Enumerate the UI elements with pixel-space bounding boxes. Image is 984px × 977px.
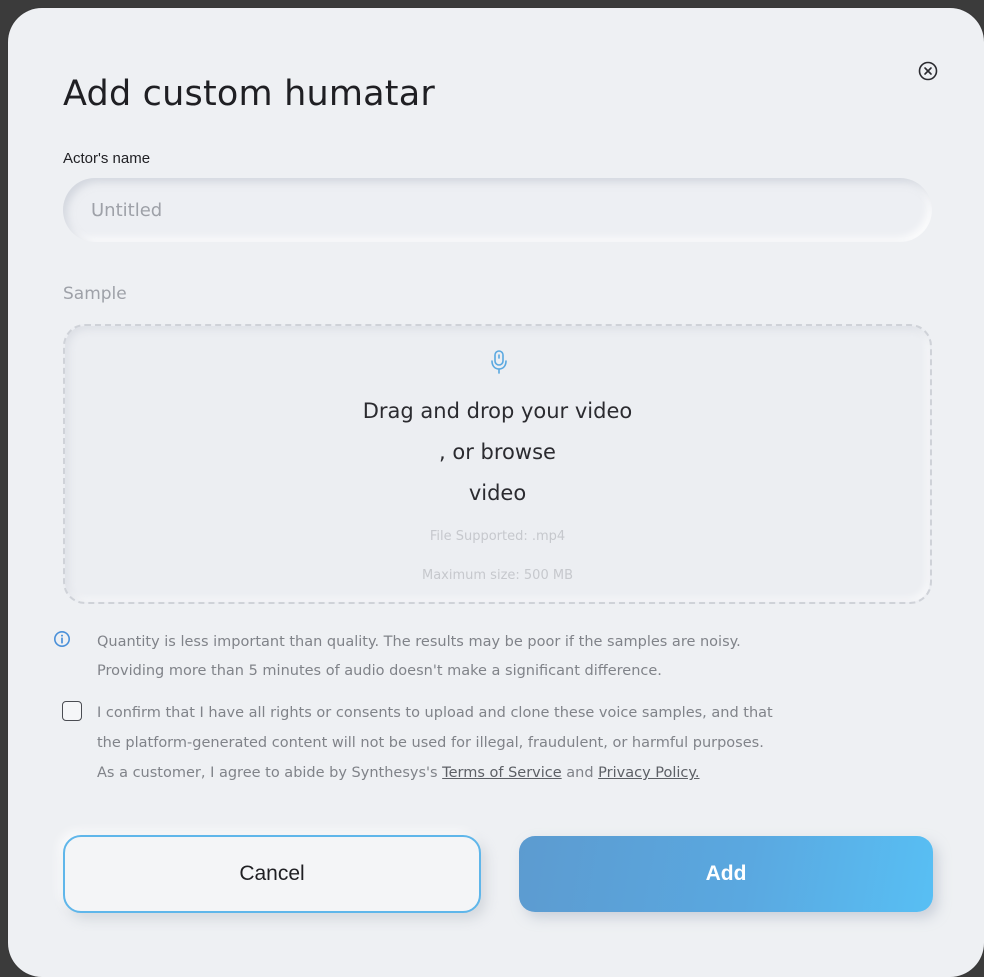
sample-label: Sample — [63, 284, 127, 304]
info-line-1: Quantity is less important than quality.… — [97, 634, 741, 650]
file-supported-text: File Supported: .mp4 — [429, 529, 566, 544]
info-circle-icon — [54, 631, 70, 647]
consent-line-3-prefix: As a customer, I agree to abide by Synth… — [97, 765, 443, 781]
close-circle-icon — [918, 61, 938, 81]
consent-line-2: the platform-generated content will not … — [97, 735, 764, 751]
privacy-policy-link[interactable]: Privacy Policy. — [598, 765, 699, 781]
consent-line-3: As a customer, I agree to abide by Synth… — [97, 758, 937, 788]
modal-title: Add custom humatar — [63, 74, 435, 114]
actor-name-input[interactable] — [63, 178, 932, 242]
consent-line-1: I confirm that I have all rights or cons… — [97, 705, 773, 721]
add-humatar-modal: Add custom humatar Actor's name Sample D… — [8, 8, 984, 977]
info-text: Quantity is less important than quality.… — [97, 628, 937, 686]
info-line-2: Providing more than 5 minutes of audio d… — [97, 663, 662, 679]
dropzone-drag-text: Drag and drop your video — [362, 399, 633, 423]
max-size-text: Maximum size: 500 MB — [422, 568, 573, 583]
consent-checkbox[interactable] — [62, 701, 82, 721]
terms-of-service-link[interactable]: Terms of Service — [442, 765, 561, 781]
actor-name-label: Actor's name — [63, 150, 151, 167]
video-dropzone[interactable]: Drag and drop your video , or browse vid… — [63, 324, 932, 604]
consent-and-text: and — [561, 765, 599, 781]
dropzone-video-text: video — [468, 481, 527, 505]
cancel-button[interactable]: Cancel — [63, 835, 481, 913]
consent-text: I confirm that I have all rights or cons… — [97, 698, 937, 788]
browse-link[interactable]: , or browse — [65, 440, 930, 464]
microphone-icon — [491, 350, 507, 374]
close-button[interactable] — [917, 60, 939, 82]
add-button[interactable]: Add — [519, 836, 933, 912]
